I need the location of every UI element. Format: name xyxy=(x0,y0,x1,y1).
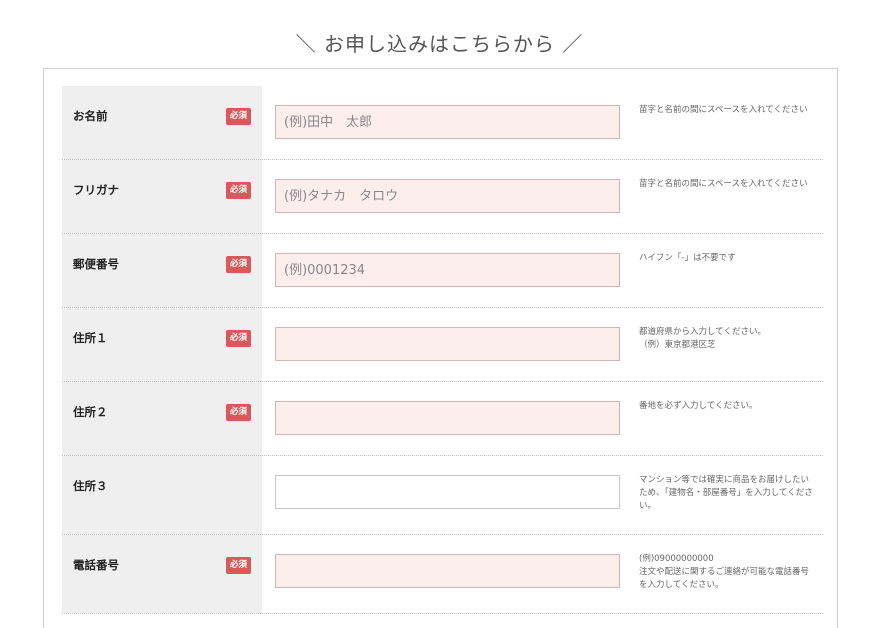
field-label-address-2: 住所２ xyxy=(73,405,108,419)
input-cell: 都道府県から入力してください。 （例）東京都港区芝 xyxy=(262,308,823,381)
address-1-input[interactable] xyxy=(275,327,620,361)
form-row-name: お名前 必須 苗字と名前の間にスペースを入れてください xyxy=(62,86,823,160)
label-cell: 住所１ 必須 xyxy=(62,308,262,381)
field-note-address-3: マンション等では確実に商品をお届けしたいため、「建物名・部屋番号」を入力してくだ… xyxy=(639,475,813,511)
form-row-furigana: フリガナ 必須 苗字と名前の間にスペースを入れてください xyxy=(62,160,823,234)
field-note-name: 苗字と名前の間にスペースを入れてください xyxy=(639,105,808,115)
furigana-input[interactable] xyxy=(275,179,620,213)
address-3-input[interactable] xyxy=(275,475,620,509)
field-label-furigana: フリガナ xyxy=(73,183,119,197)
name-input[interactable] xyxy=(275,105,620,139)
label-cell: 郵便番号 必須 xyxy=(62,234,262,307)
required-badge: 必須 xyxy=(226,182,251,199)
field-label-address-1: 住所１ xyxy=(73,331,108,345)
form-row-postal-code: 郵便番号 必須 ハイフン「-」は不要です xyxy=(62,234,823,308)
form-row-address-2: 住所２ 必須 番地を必ず入力してください。 xyxy=(62,382,823,456)
required-badge: 必須 xyxy=(226,557,251,574)
field-label-postal-code: 郵便番号 xyxy=(73,257,119,271)
label-cell: 電話番号 必須 xyxy=(62,535,262,613)
input-cell: (例)09000000000 注文や配送に関するご連絡が可能な電話番号を入力して… xyxy=(262,535,823,613)
field-note-phone: (例)09000000000 注文や配送に関するご連絡が可能な電話番号を入力して… xyxy=(639,554,810,590)
field-label-phone: 電話番号 xyxy=(73,558,119,572)
field-note-address-2: 番地を必ず入力してください。 xyxy=(639,401,758,411)
postal-code-input[interactable] xyxy=(275,253,620,287)
form-heading: ＼ お申し込みはこちらから ／ xyxy=(295,32,584,56)
phone-input[interactable] xyxy=(275,554,620,588)
field-label-address-3: 住所３ xyxy=(73,479,108,493)
required-badge: 必須 xyxy=(226,108,251,125)
input-cell: マンション等では確実に商品をお届けしたいため、「建物名・部屋番号」を入力してくだ… xyxy=(262,456,823,534)
input-cell: 苗字と名前の間にスペースを入れてください xyxy=(262,160,823,233)
input-cell: ハイフン「-」は不要です xyxy=(262,234,823,307)
label-cell: フリガナ 必須 xyxy=(62,160,262,233)
input-cell: 番地を必ず入力してください。 xyxy=(262,382,823,455)
required-badge: 必須 xyxy=(226,256,251,273)
label-cell: お名前 必須 xyxy=(62,86,262,159)
field-label-name: お名前 xyxy=(73,109,108,123)
field-note-furigana: 苗字と名前の間にスペースを入れてください xyxy=(639,179,808,189)
required-badge: 必須 xyxy=(226,404,251,421)
address-2-input[interactable] xyxy=(275,401,620,435)
input-cell: 苗字と名前の間にスペースを入れてください xyxy=(262,86,823,159)
form-row-address-3: 住所３ マンション等では確実に商品をお届けしたいため、「建物名・部屋番号」を入力… xyxy=(62,456,823,535)
form-row-address-1: 住所１ 必須 都道府県から入力してください。 （例）東京都港区芝 xyxy=(62,308,823,382)
form-row-phone: 電話番号 必須 (例)09000000000 注文や配送に関するご連絡が可能な電… xyxy=(62,535,823,614)
required-badge: 必須 xyxy=(226,330,251,347)
field-note-address-1: 都道府県から入力してください。 （例）東京都港区芝 xyxy=(639,327,766,350)
field-note-postal-code: ハイフン「-」は不要です xyxy=(639,253,736,263)
application-form: お名前 必須 苗字と名前の間にスペースを入れてください フリガナ 必須 苗字と名… xyxy=(43,68,838,628)
label-cell: 住所３ xyxy=(62,456,262,534)
label-cell: 住所２ 必須 xyxy=(62,382,262,455)
